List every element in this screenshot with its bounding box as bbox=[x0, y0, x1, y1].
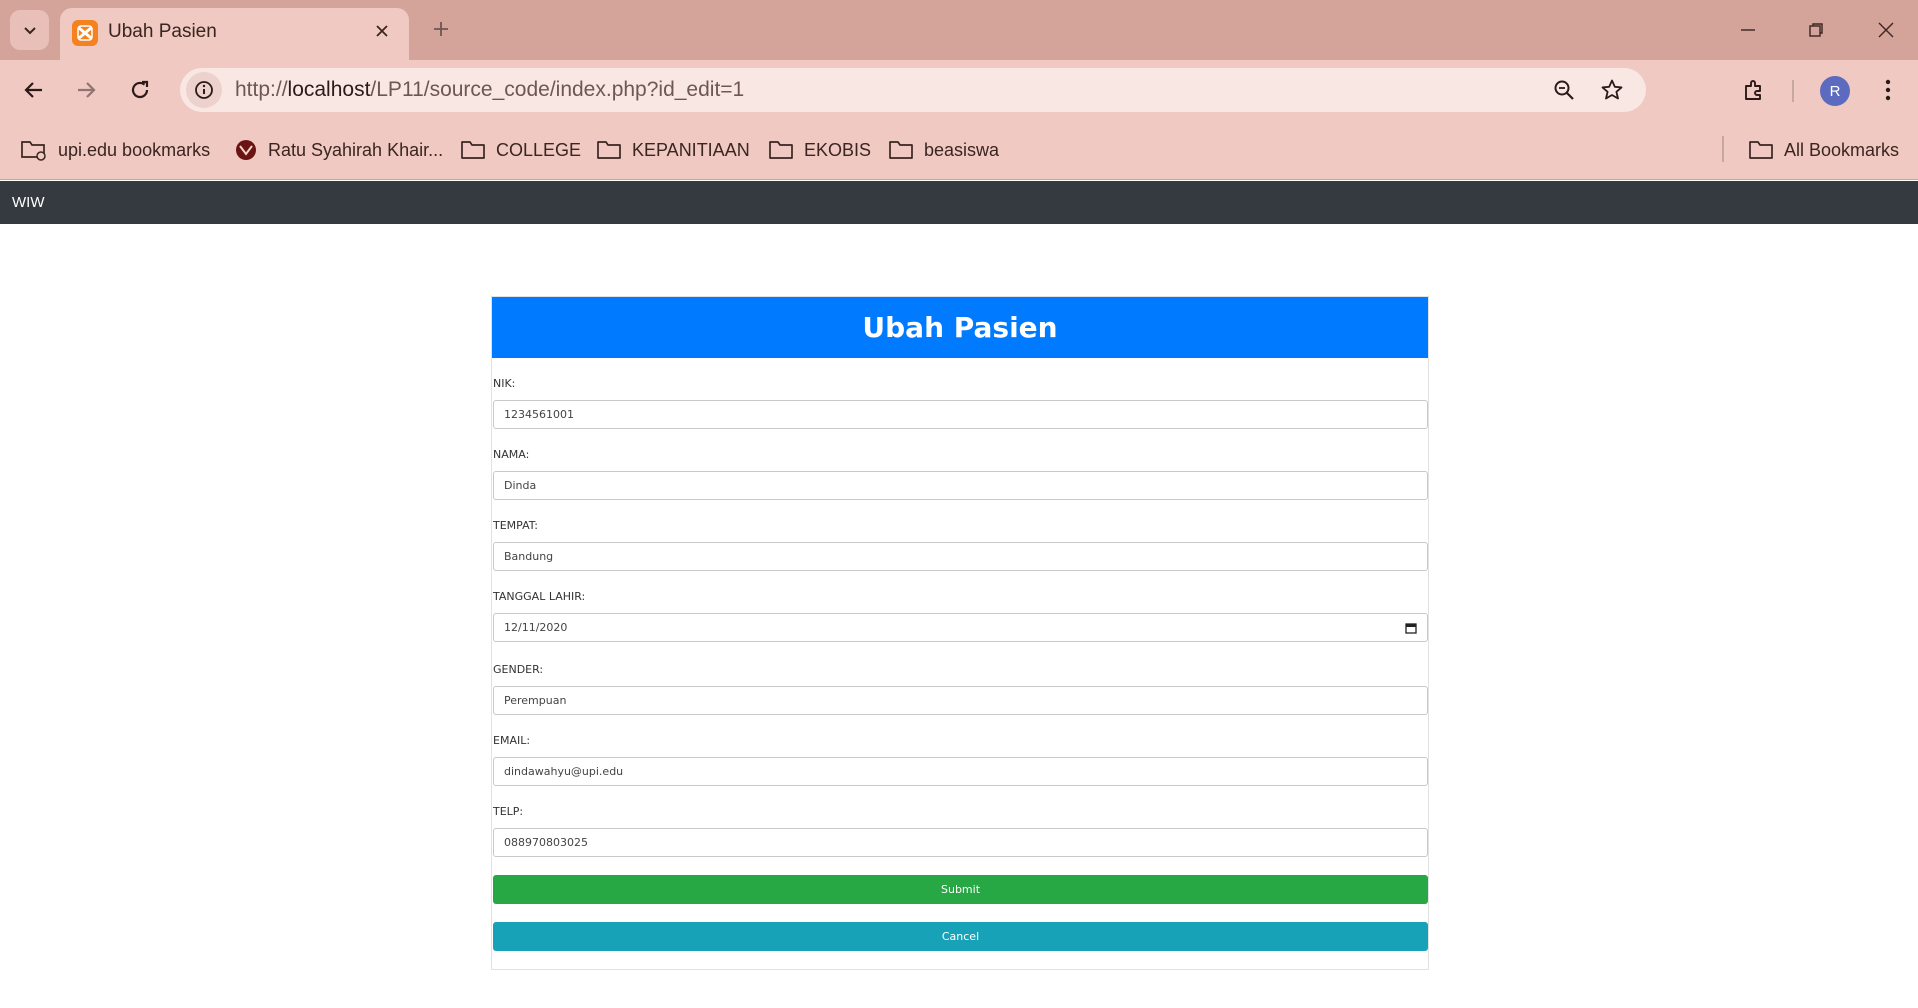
folder-icon bbox=[1749, 141, 1773, 159]
close-tab-icon[interactable] bbox=[369, 18, 395, 44]
all-bookmarks-button[interactable]: All Bookmarks bbox=[1748, 134, 1899, 166]
tab-search-button[interactable] bbox=[10, 10, 49, 50]
tempat-input[interactable]: Bandung bbox=[493, 542, 1428, 571]
close-window-icon[interactable] bbox=[1866, 10, 1906, 50]
nama-label: NAMA: bbox=[493, 448, 530, 461]
all-bookmarks-label: All Bookmarks bbox=[1784, 139, 1900, 160]
email-value: dindawahyu@upi.edu bbox=[504, 765, 624, 778]
more-menu-icon[interactable] bbox=[1870, 72, 1906, 108]
folder-icon bbox=[597, 141, 621, 159]
calendar-icon[interactable] bbox=[1405, 622, 1417, 634]
restore-icon[interactable] bbox=[1796, 10, 1836, 50]
minimize-icon[interactable] bbox=[1728, 10, 1768, 50]
nama-value: Dinda bbox=[504, 479, 537, 492]
chevron-down-icon bbox=[23, 27, 36, 35]
bookmark-label: beasiswa bbox=[924, 139, 1000, 160]
zoom-magnifier-icon[interactable] bbox=[1548, 74, 1580, 106]
page-title: Ubah Pasien bbox=[862, 311, 1058, 344]
email-input[interactable]: dindawahyu@upi.edu bbox=[493, 757, 1428, 786]
bookmarks-divider bbox=[1722, 136, 1724, 162]
url-text[interactable]: http://localhost/LP11/source_code/index.… bbox=[235, 78, 744, 102]
top-navbar: WIW bbox=[0, 181, 1918, 224]
bookmarks-bar: upi.edu bookmarks Ratu Syahirah Khair...… bbox=[0, 120, 1918, 180]
telp-value: 088970803025 bbox=[504, 836, 588, 849]
nik-label: NIK: bbox=[493, 377, 516, 390]
cancel-button[interactable]: Cancel bbox=[493, 922, 1428, 951]
browser-tab-strip: Ubah Pasien bbox=[0, 0, 1918, 60]
navbar-brand[interactable]: WIW bbox=[12, 194, 44, 211]
submit-button[interactable]: Submit bbox=[493, 875, 1428, 904]
gender-value: Perempuan bbox=[504, 694, 567, 707]
telp-input[interactable]: 088970803025 bbox=[493, 828, 1428, 857]
bookmark-label: upi.edu bookmarks bbox=[58, 139, 211, 160]
nik-value: 1234561001 bbox=[504, 408, 574, 421]
reload-icon[interactable] bbox=[122, 72, 158, 108]
bookmark-college[interactable]: COLLEGE bbox=[460, 134, 581, 166]
url-scheme: http:// bbox=[235, 78, 288, 101]
tempat-label: TEMPAT: bbox=[493, 519, 538, 532]
profile-avatar[interactable]: R bbox=[1820, 76, 1850, 106]
tab-title: Ubah Pasien bbox=[108, 21, 217, 42]
address-bar[interactable]: http://localhost/LP11/source_code/index.… bbox=[180, 68, 1646, 112]
tanggal-lahir-value: 12/11/2020 bbox=[504, 621, 568, 634]
url-host: localhost bbox=[287, 78, 371, 101]
bookmark-upi-edu[interactable]: upi.edu bookmarks bbox=[20, 134, 210, 166]
toolbar-divider bbox=[1792, 80, 1794, 102]
folder-icon bbox=[769, 141, 793, 159]
edit-patient-form-card: Ubah Pasien NIK: 1234561001 NAMA: Dinda … bbox=[491, 296, 1429, 970]
back-arrow-icon[interactable] bbox=[16, 72, 52, 108]
telp-label: TELP: bbox=[493, 805, 524, 818]
folder-icon bbox=[889, 141, 913, 159]
managed-folder-icon bbox=[21, 141, 46, 161]
new-tab-plus-icon[interactable] bbox=[424, 12, 458, 46]
gender-label: GENDER: bbox=[493, 663, 544, 676]
tempat-value: Bandung bbox=[504, 550, 554, 563]
form-header: Ubah Pasien bbox=[492, 297, 1428, 358]
bookmark-label: COLLEGE bbox=[496, 139, 582, 160]
url-path: /LP11/source_code/index.php?id_edit=1 bbox=[370, 78, 745, 101]
tanggal-lahir-label: TANGGAL LAHIR: bbox=[493, 590, 586, 603]
active-tab[interactable]: Ubah Pasien bbox=[60, 8, 409, 60]
site-info-icon[interactable] bbox=[186, 72, 222, 108]
nik-input[interactable]: 1234561001 bbox=[493, 400, 1428, 429]
bookmark-label: KEPANITIAAN bbox=[632, 139, 750, 160]
forward-arrow-icon[interactable] bbox=[68, 72, 104, 108]
gender-input[interactable]: Perempuan bbox=[493, 686, 1428, 715]
bookmark-label: EKOBIS bbox=[804, 139, 872, 160]
site-favicon bbox=[236, 140, 256, 160]
bookmark-star-icon[interactable] bbox=[1596, 74, 1628, 106]
bookmark-ratu-syahirah[interactable]: Ratu Syahirah Khair... bbox=[234, 134, 443, 166]
bookmark-beasiswa[interactable]: beasiswa bbox=[888, 134, 999, 166]
folder-icon bbox=[461, 141, 485, 159]
xampp-favicon-icon bbox=[72, 20, 98, 46]
tanggal-lahir-date-input[interactable]: 12/11/2020 bbox=[493, 613, 1428, 642]
bookmark-kepanitiaan[interactable]: KEPANITIAAN bbox=[596, 134, 750, 166]
cancel-label: Cancel bbox=[941, 930, 980, 943]
extensions-puzzle-icon[interactable] bbox=[1736, 72, 1772, 108]
nama-input[interactable]: Dinda bbox=[493, 471, 1428, 500]
bookmark-ekobis[interactable]: EKOBIS bbox=[768, 134, 871, 166]
bookmark-label: Ratu Syahirah Khair... bbox=[268, 139, 444, 160]
submit-label: Submit bbox=[940, 883, 981, 896]
email-label: EMAIL: bbox=[493, 734, 531, 747]
browser-toolbar: http://localhost/LP11/source_code/index.… bbox=[0, 60, 1918, 120]
